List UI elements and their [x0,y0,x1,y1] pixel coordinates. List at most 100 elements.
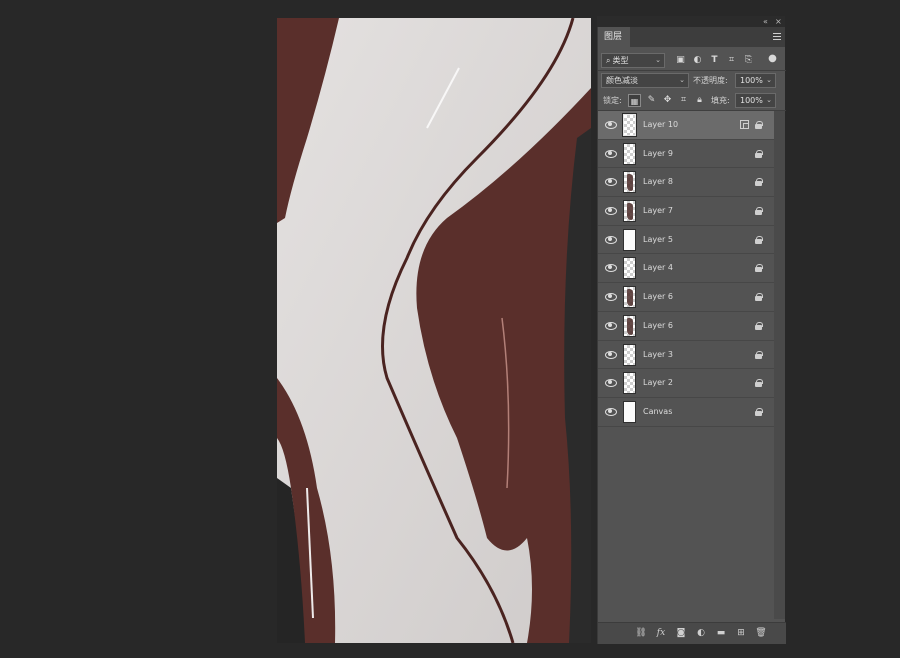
adjustment-layer-icon[interactable]: ◐ [694,627,708,640]
blend-mode-value: 颜色减淡 [606,76,638,85]
opacity-label: 不透明度: [693,76,728,85]
blend-row: 颜色减淡 ⌄ 不透明度: 100% ⌄ [598,71,786,91]
layer-name[interactable]: Layer 6 [643,283,673,311]
trash-icon[interactable]: 🗑︎ [754,627,768,640]
visibility-eye-icon[interactable] [605,407,617,416]
lock-row: 锁定: ▦ ✎ ✥ ⌗ 🔒︎ 填充: 100% ⌄ [598,91,786,111]
lock-icon [755,379,763,388]
lock-transparent-icon[interactable]: ▦ [628,94,641,107]
layer-row[interactable]: Layer 7 [598,197,774,226]
lock-icon [755,350,763,359]
visibility-eye-icon[interactable] [605,378,617,388]
lock-all-icon[interactable]: 🔒︎ [693,94,706,107]
layer-row[interactable]: Layer 10 [598,111,774,140]
lock-icon [755,407,763,416]
visibility-eye-icon[interactable] [605,263,617,273]
layer-name[interactable]: Layer 8 [643,168,673,196]
lock-image-brush-icon[interactable]: ✎ [645,94,658,107]
filter-row: ⌕ 类型 ⌄ ▣ ◐ T ⌗ ⎘ ● [598,51,786,71]
fx-icon[interactable]: fx [654,627,668,640]
canvas-artwork [277,18,591,643]
filter-kind-value: 类型 [612,56,629,65]
layer-name[interactable]: Layer 3 [643,341,673,369]
fill-value: 100% [740,96,763,105]
close-panel-icon[interactable]: × [775,16,782,27]
add-mask-icon[interactable]: ◙ [674,627,688,640]
layer-row[interactable]: Layer 6 [598,311,774,341]
layer-name[interactable]: Layer 7 [643,197,673,225]
layer-name[interactable]: Layer 5 [643,226,673,254]
layer-thumbnail[interactable] [623,314,636,337]
layer-row[interactable]: Layer 4 [598,254,774,284]
layer-name[interactable]: Layer 6 [643,312,673,340]
layer-row[interactable]: Layer 9 [598,139,774,169]
layer-name[interactable]: Layer 2 [643,369,673,397]
panel-footer: ⛓ fx ◙ ◐ ▬ ⊞ 🗑︎ [598,622,786,644]
panel-titlebar: « × [597,16,785,27]
lock-icon [755,121,763,129]
visibility-eye-icon[interactable] [605,120,617,129]
visibility-eye-icon[interactable] [605,321,617,330]
layer-thumbnail[interactable] [623,142,636,165]
lock-icon [755,178,763,187]
chevron-down-icon: ⌄ [766,96,772,104]
layer-thumbnail[interactable] [623,200,636,223]
fill-label: 填充: [711,96,730,105]
link-layers-icon[interactable]: ⛓ [634,627,648,640]
lock-artboard-icon[interactable]: ⌗ [677,94,690,107]
layer-thumbnail[interactable] [623,257,636,280]
opacity-input[interactable]: 100% ⌄ [735,73,776,88]
panel-header: 图层 [598,27,785,47]
collapse-panel-icon[interactable]: « [763,16,768,27]
lock-icon [755,293,763,302]
lock-icon [755,207,763,216]
adjustment-filter-icon[interactable]: ◐ [691,54,704,67]
visibility-eye-icon[interactable] [605,292,617,302]
layer-thumbnail[interactable] [623,171,636,194]
filter-toggle-icon[interactable]: ● [766,52,779,65]
layer-row[interactable]: Layer 3 [598,340,774,370]
lock-icon [755,235,763,244]
visibility-eye-icon[interactable] [605,350,617,359]
lock-icon [755,264,763,273]
layer-name[interactable]: Layer 10 [643,111,678,139]
blend-mode-select[interactable]: 颜色减淡 ⌄ [601,73,689,88]
document-canvas[interactable] [277,18,591,643]
new-layer-icon[interactable]: ⊞ [734,627,748,640]
image-filter-icon[interactable]: ▣ [674,54,687,67]
linked-layer-icon [740,120,749,129]
fill-input[interactable]: 100% ⌄ [735,93,776,108]
shape-filter-icon[interactable]: ⌗ [725,54,738,67]
thumbnail-stroke [627,317,633,335]
layer-thumbnail[interactable] [623,286,636,309]
layer-thumbnail[interactable] [623,400,636,423]
filter-kind-select[interactable]: ⌕ 类型 ⌄ [601,53,665,68]
lock-label: 锁定: [603,96,622,105]
lock-position-move-icon[interactable]: ✥ [661,94,674,107]
layer-row[interactable]: Layer 8 [598,168,774,198]
layer-thumbnail[interactable] [622,113,637,137]
layer-row[interactable]: Layer 2 [598,369,774,398]
layer-thumbnail[interactable] [623,343,636,366]
tab-layers[interactable]: 图层 [598,27,630,47]
visibility-eye-icon[interactable] [605,149,617,158]
visibility-eye-icon[interactable] [605,206,617,216]
panel-menu-icon[interactable] [773,33,781,40]
layer-name[interactable]: Layer 4 [643,254,673,282]
layers-scrollbar[interactable] [774,111,785,619]
layer-thumbnail[interactable] [623,228,636,251]
layer-row[interactable]: Canvas [598,397,774,427]
layer-row[interactable]: Layer 6 [598,283,774,312]
visibility-eye-icon[interactable] [605,235,617,244]
layer-name[interactable]: Layer 9 [643,140,673,168]
layers-panel: 图层 ⌕ 类型 ⌄ ▣ ◐ T ⌗ ⎘ ● 颜色减淡 ⌄ 不透明度: 100% ⌄… [597,27,786,644]
layer-thumbnail[interactable] [623,372,636,395]
layer-row[interactable]: Layer 5 [598,225,774,255]
layer-name[interactable]: Canvas [643,398,672,426]
smart-object-filter-icon[interactable]: ⎘ [742,54,755,67]
new-group-folder-icon[interactable]: ▬ [714,627,728,640]
visibility-eye-icon[interactable] [605,177,617,187]
type-filter-icon[interactable]: T [708,54,721,67]
lock-icon [755,149,763,158]
thumbnail-stroke [627,174,633,192]
